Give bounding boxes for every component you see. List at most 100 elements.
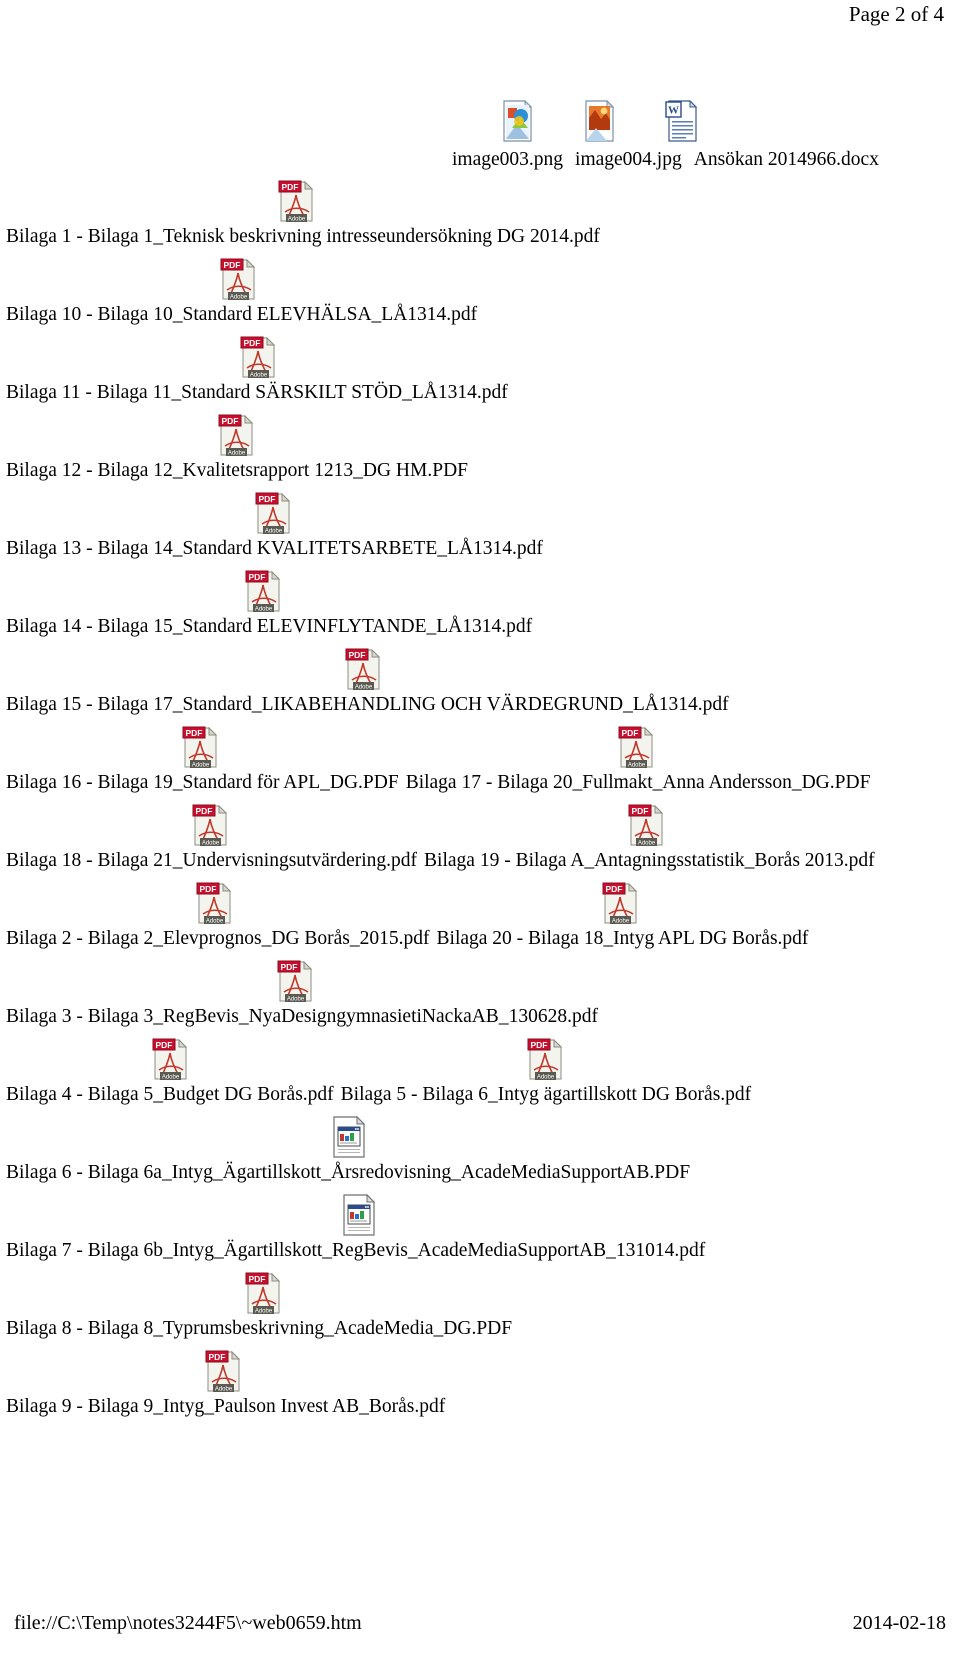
attachment-row-icons: PDF Adobe [0, 328, 960, 380]
attachment-icon[interactable]: PDF Adobe [345, 646, 383, 692]
pdf-file-icon: PDF Adobe [182, 724, 220, 770]
top-attachment-icon[interactable] [580, 98, 618, 144]
svg-text:Adobe: Adobe [628, 763, 646, 769]
svg-text:Adobe: Adobe [638, 841, 656, 847]
page-footer: file://C:\Temp\notes3244F5\~web0659.htm … [0, 1610, 960, 1636]
attachment-row-labels: Bilaga 1 - Bilaga 1_Teknisk beskrivning … [0, 224, 960, 250]
attachment-list: PDF Adobe Bilaga 1 - Bilaga 1_Teknisk be… [0, 172, 960, 1420]
pdf-file-icon: PDF Adobe [618, 724, 656, 770]
svg-text:PDF: PDF [222, 416, 239, 426]
attachment-icon[interactable] [330, 1114, 368, 1160]
pdf-file-icon: PDF Adobe [245, 1270, 283, 1316]
attachment-icon[interactable] [340, 1192, 378, 1238]
attachment-icon[interactable]: PDF Adobe [245, 568, 283, 614]
attachment-row-icons: PDF Adobe [0, 172, 960, 224]
attachment-row-icons: PDF Adobe [0, 640, 960, 692]
attachment-row-labels: Bilaga 10 - Bilaga 10_Standard ELEVHÄLSA… [0, 302, 960, 328]
attachment-row-labels: Bilaga 3 - Bilaga 3_RegBevis_NyaDesigngy… [0, 1004, 960, 1030]
attachment-icon[interactable]: PDF Adobe [192, 802, 230, 848]
svg-text:PDF: PDF [200, 884, 217, 894]
svg-text:Adobe: Adobe [255, 607, 273, 613]
attachment-icon[interactable]: PDF Adobe [205, 1348, 243, 1394]
attachment-icon[interactable]: PDF Adobe [182, 724, 220, 770]
attachment-row-labels: Bilaga 2 - Bilaga 2_Elevprognos_DG Borås… [0, 926, 960, 952]
attachment-icon[interactable]: PDF Adobe [527, 1036, 565, 1082]
attachment-icon[interactable]: PDF Adobe [196, 880, 234, 926]
attachment-row-icons: PDF Adobe PDF Adobe [0, 874, 960, 926]
attachment-row-labels: Bilaga 6 - Bilaga 6a_Intyg_Ägartillskott… [0, 1160, 960, 1186]
pdf-file-icon: PDF Adobe [277, 958, 315, 1004]
attachment-icon[interactable]: PDF Adobe [255, 490, 293, 536]
attachment-icon[interactable]: PDF Adobe [618, 724, 656, 770]
page-header: Page 2 of 4 [0, 0, 960, 28]
attachment-label: Bilaga 15 - Bilaga 17_Standard_LIKABEHAN… [6, 694, 729, 715]
attachment-row: PDF Adobe Bilaga 9 - Bilaga 9_Intyg_Paul… [0, 1342, 960, 1420]
attachment-icon[interactable]: PDF Adobe [278, 178, 316, 224]
svg-text:PDF: PDF [606, 884, 623, 894]
attachment-icon[interactable]: PDF Adobe [218, 412, 256, 458]
attachment-label: Bilaga 4 - Bilaga 5_Budget DG Borås.pdf [6, 1084, 334, 1105]
attachment-icon[interactable]: PDF Adobe [245, 1270, 283, 1316]
top-attachment-strip: W image003.png image004.jpg Ansökan 201496… [452, 96, 922, 172]
attachment-row-icons: PDF Adobe [0, 952, 960, 1004]
svg-text:Adobe: Adobe [287, 997, 305, 1003]
attachment-icon[interactable]: PDF Adobe [152, 1036, 190, 1082]
svg-text:Adobe: Adobe [228, 451, 246, 457]
svg-text:Adobe: Adobe [192, 763, 210, 769]
attachment-icon[interactable]: PDF Adobe [240, 334, 278, 380]
pdf-file-icon: PDF Adobe [220, 256, 258, 302]
svg-text:PDF: PDF [186, 728, 203, 738]
attachment-label: Bilaga 19 - Bilaga A_Antagningsstatistik… [424, 850, 875, 871]
attachment-row: PDF Adobe PDF Adobe Bilaga 16 - Bilaga 1… [0, 718, 960, 796]
attachment-row-labels: Bilaga 8 - Bilaga 8_Typrumsbeskrivning_A… [0, 1316, 960, 1342]
attachment-row-icons: PDF Adobe [0, 250, 960, 302]
attachment-row-icons: PDF Adobe [0, 562, 960, 614]
attachment-icon[interactable]: PDF Adobe [602, 880, 640, 926]
attachment-icon[interactable]: PDF Adobe [628, 802, 666, 848]
footer-file-path: file://C:\Temp\notes3244F5\~web0659.htm [14, 1612, 362, 1634]
pdf-file-icon: PDF Adobe [152, 1036, 190, 1082]
svg-text:PDF: PDF [622, 728, 639, 738]
footer-date: 2014-02-18 [852, 1612, 946, 1634]
attachment-row-labels: Bilaga 4 - Bilaga 5_Budget DG Borås.pdf B… [0, 1082, 960, 1108]
attachment-row-labels: Bilaga 18 - Bilaga 21_Undervisningsutvär… [0, 848, 960, 874]
attachment-row: Bilaga 7 - Bilaga 6b_Intyg_Ägartillskott… [0, 1186, 960, 1264]
svg-text:Adobe: Adobe [250, 373, 268, 379]
top-attachment-icon[interactable] [498, 98, 536, 144]
attachment-row: Bilaga 6 - Bilaga 6a_Intyg_Ägartillskott… [0, 1108, 960, 1186]
pdf-file-icon: PDF Adobe [345, 646, 383, 692]
svg-text:Adobe: Adobe [206, 919, 224, 925]
attachment-row-icons: PDF Adobe PDF Adobe [0, 1030, 960, 1082]
pdf-file-icon: PDF Adobe [628, 802, 666, 848]
svg-text:Adobe: Adobe [265, 529, 283, 535]
pdf-file-icon: PDF Adobe [527, 1036, 565, 1082]
attachment-row-icons [0, 1108, 960, 1160]
top-attachment-label: image003.png [452, 149, 564, 170]
svg-text:Adobe: Adobe [255, 1309, 273, 1315]
attachment-row-icons: PDF Adobe [0, 1342, 960, 1394]
attachment-icon[interactable]: PDF Adobe [277, 958, 315, 1004]
svg-text:PDF: PDF [196, 806, 213, 816]
svg-text:PDF: PDF [282, 182, 299, 192]
pdf-file-icon: PDF Adobe [192, 802, 230, 848]
svg-text:W: W [668, 105, 679, 117]
attachment-label: Bilaga 18 - Bilaga 21_Undervisningsutvär… [6, 850, 418, 871]
attachment-row-icons [0, 1186, 960, 1238]
svg-text:PDF: PDF [259, 494, 276, 504]
attachment-row: PDF Adobe Bilaga 11 - Bilaga 11_Standard… [0, 328, 960, 406]
attachment-label: Bilaga 14 - Bilaga 15_Standard ELEVINFLY… [6, 616, 533, 637]
pdf-file-icon: PDF Adobe [278, 178, 316, 224]
svg-text:Adobe: Adobe [162, 1075, 180, 1081]
svg-text:Adobe: Adobe [612, 919, 630, 925]
top-attachment-label: Ansökan 2014966.docx [693, 149, 879, 170]
svg-text:Adobe: Adobe [202, 841, 220, 847]
attachment-label: Bilaga 5 - Bilaga 6_Intyg ägartillskott … [340, 1084, 752, 1105]
attachment-label: Bilaga 2 - Bilaga 2_Elevprognos_DG Borås… [6, 928, 430, 949]
attachment-icon[interactable]: PDF Adobe [220, 256, 258, 302]
attachment-row-icons: PDF Adobe PDF Adobe [0, 718, 960, 770]
attachment-row-labels: Bilaga 14 - Bilaga 15_Standard ELEVINFLY… [0, 614, 960, 640]
svg-text:PDF: PDF [249, 572, 266, 582]
attachment-label: Bilaga 8 - Bilaga 8_Typrumsbeskrivning_A… [6, 1318, 513, 1339]
attachment-label: Bilaga 10 - Bilaga 10_Standard ELEVHÄLSA… [6, 304, 478, 325]
top-attachment-icon[interactable]: W [662, 98, 700, 144]
